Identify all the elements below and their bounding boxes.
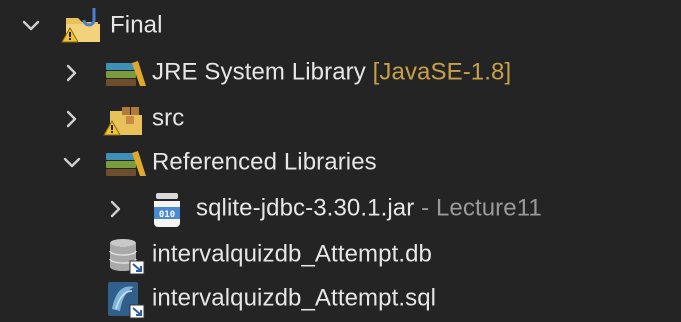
tree-item-jre-system-library[interactable]: JRE System Library [JavaSE-1.8] [0, 50, 681, 96]
svg-text:010: 010 [159, 210, 175, 220]
tree-item-src[interactable]: src [0, 96, 681, 142]
database-file-link-icon [102, 235, 148, 275]
jar-location-decoration: - Lecture11 [421, 194, 542, 222]
jar-icon: 010 [144, 189, 190, 229]
tree-item-db-file[interactable]: intervalquizdb_Attempt.db [0, 232, 681, 278]
package-folder-warning-icon [102, 99, 148, 139]
sql-file-link-icon [102, 279, 148, 319]
tree-item-label: src [152, 104, 185, 132]
tree-item-label: JRE System Library [JavaSE-1.8] [152, 58, 511, 86]
library-icon [102, 53, 148, 93]
tree-item-referenced-libraries[interactable]: Referenced Libraries [0, 140, 681, 186]
chevron-right-icon[interactable] [61, 62, 83, 84]
library-icon [102, 143, 148, 183]
jre-label-text: JRE System Library [152, 58, 366, 86]
tree-item-final[interactable]: Final [0, 3, 681, 49]
tree-item-label: intervalquizdb_Attempt.db [152, 240, 432, 268]
chevron-down-icon[interactable] [61, 152, 83, 174]
project-explorer-tree: Final JRE System Library [JavaSE-1.8] sr… [0, 0, 681, 322]
jre-version-decoration: [JavaSE-1.8] [372, 58, 512, 86]
tree-item-label: Final [110, 11, 163, 39]
tree-item-sqlite-jdbc-jar[interactable]: 010 sqlite-jdbc-3.30.1.jar - Lecture11 [0, 186, 681, 232]
java-project-warning-icon [60, 6, 106, 46]
jar-label-text: sqlite-jdbc-3.30.1.jar [196, 194, 415, 222]
chevron-down-icon[interactable] [20, 15, 42, 37]
chevron-right-icon[interactable] [61, 108, 83, 130]
tree-item-label: Referenced Libraries [152, 148, 377, 176]
chevron-right-icon[interactable] [105, 198, 127, 220]
tree-item-sql-file[interactable]: intervalquizdb_Attempt.sql [0, 276, 681, 322]
tree-item-label: sqlite-jdbc-3.30.1.jar - Lecture11 [196, 194, 542, 222]
tree-item-label: intervalquizdb_Attempt.sql [152, 284, 437, 312]
